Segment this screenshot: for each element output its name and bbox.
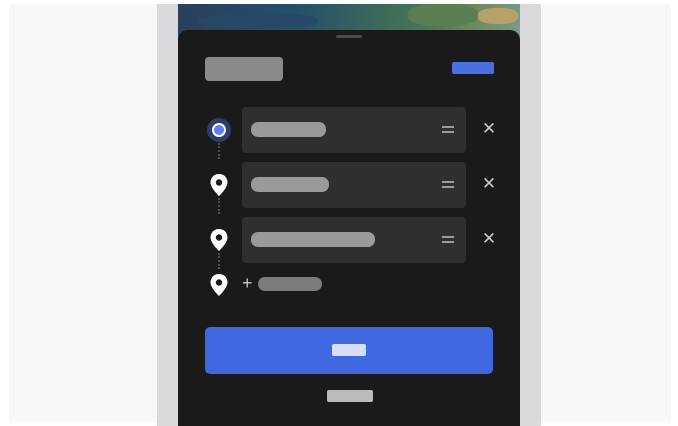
route-stop-row: ✕ [198,217,498,263]
map-water [198,14,318,28]
stop-input-origin[interactable] [242,107,466,153]
stop-input-text [251,177,329,192]
stop-input-text [251,122,326,137]
map-pin-icon [206,172,232,198]
secondary-action-link[interactable] [327,390,373,402]
origin-marker [206,117,232,143]
route-connector [218,253,220,269]
origin-dot-icon [207,118,231,142]
close-icon[interactable]: ✕ [479,229,499,249]
map-pin-icon [206,272,232,298]
directions-sheet: ✕ ✕ ✕ + [178,30,520,426]
stop-input-destination[interactable] [242,162,466,208]
drag-handle-icon[interactable] [442,236,454,244]
map-land [408,4,478,26]
add-stop-label[interactable] [258,277,322,291]
map-terrain [478,8,518,24]
sheet-title [205,57,283,81]
close-icon[interactable]: ✕ [479,174,499,194]
stop-input-destination[interactable] [242,217,466,263]
close-icon[interactable]: ✕ [479,119,499,139]
map-pin-icon [206,227,232,253]
route-connector [218,143,220,159]
route-stop-row: ✕ [198,162,498,208]
add-stop-row[interactable]: + [198,270,418,300]
primary-button-label [332,344,366,356]
drag-handle-icon[interactable] [442,126,454,134]
stop-input-text [251,232,375,247]
route-connector [218,198,220,214]
plus-icon[interactable]: + [242,273,253,293]
done-button[interactable] [452,62,494,74]
sheet-drag-handle[interactable] [336,35,362,38]
get-directions-button[interactable] [205,327,493,374]
route-stop-row: ✕ [198,107,498,153]
drag-handle-icon[interactable] [442,181,454,189]
